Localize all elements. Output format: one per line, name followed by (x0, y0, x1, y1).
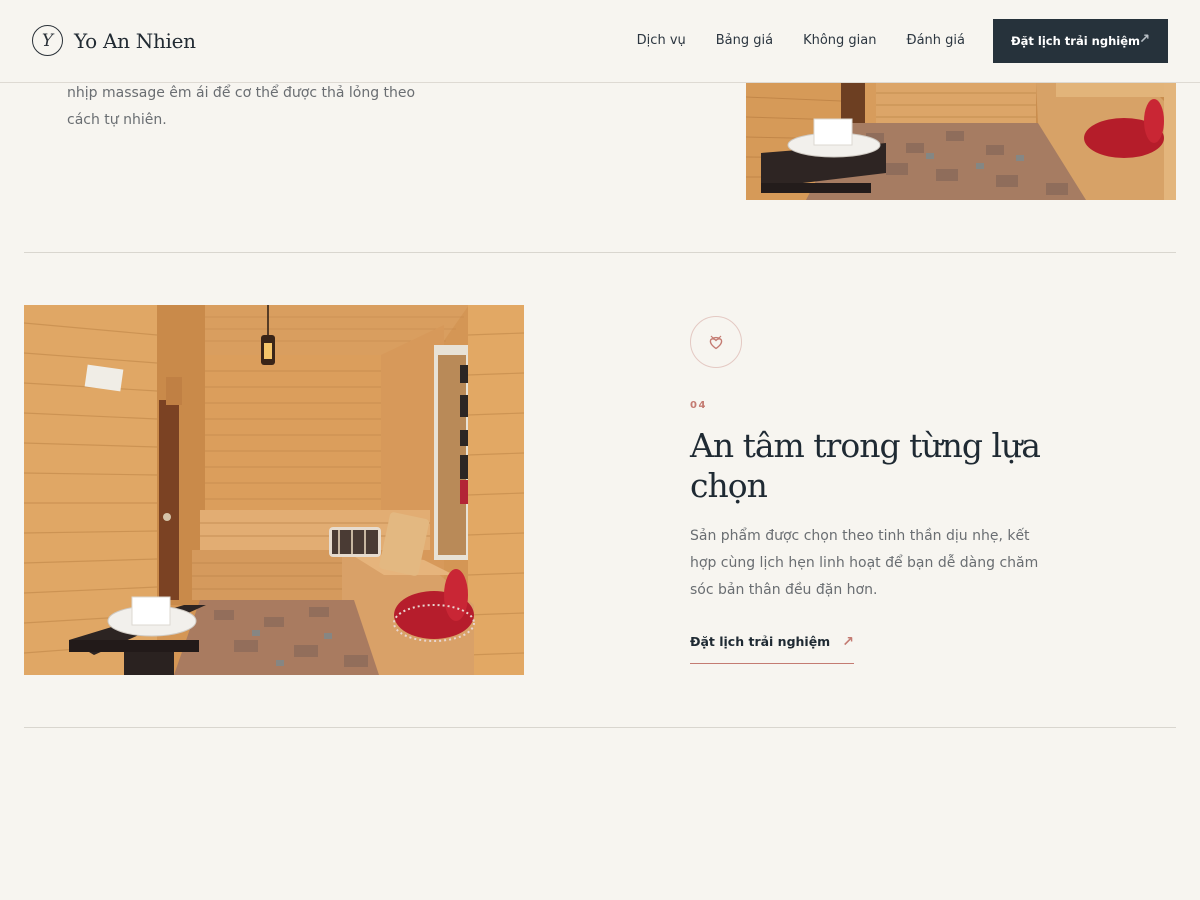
sauna-image-top (746, 83, 1176, 200)
book-experience-button[interactable]: Đặt lịch trải nghiệm ↗ (993, 19, 1168, 63)
feature-number: 04 (690, 400, 707, 411)
book-experience-link-label: Đặt lịch trải nghiệm (690, 634, 831, 649)
site-header: Y Yo An Nhien Dịch vụ Bảng giá Không gia… (0, 0, 1200, 83)
nav-link-space[interactable]: Không gian (803, 33, 876, 48)
arrow-up-right-icon: ↗ (1139, 32, 1150, 47)
nav-link-reviews[interactable]: Đánh giá (907, 33, 965, 48)
heart-shield-icon (690, 316, 742, 368)
main-nav: Dịch vụ Bảng giá Không gian Đánh giá (637, 33, 965, 48)
previous-section-text: nhịp massage êm ái để cơ thể được thả lỏ… (67, 85, 416, 128)
logo[interactable]: Y Yo An Nhien (32, 25, 196, 56)
book-experience-label: Đặt lịch trải nghiệm (1011, 34, 1140, 48)
section-divider-bottom (24, 727, 1176, 728)
nav-link-pricing[interactable]: Bảng giá (716, 33, 773, 48)
feature-description: Sản phẩm được chọn theo tinh thần dịu nh… (690, 528, 1039, 598)
sauna-room-image (24, 305, 524, 675)
arrow-up-right-icon: ↗ (842, 634, 854, 650)
section-divider (24, 252, 1176, 253)
brand-name: Yo An Nhien (74, 28, 196, 53)
feature-title: An tâm trong từng lựa chọn (690, 426, 1041, 505)
logo-mark: Y (32, 25, 63, 56)
nav-link-services[interactable]: Dịch vụ (637, 33, 686, 48)
book-experience-link[interactable]: Đặt lịch trải nghiệm ↗ (690, 634, 854, 664)
